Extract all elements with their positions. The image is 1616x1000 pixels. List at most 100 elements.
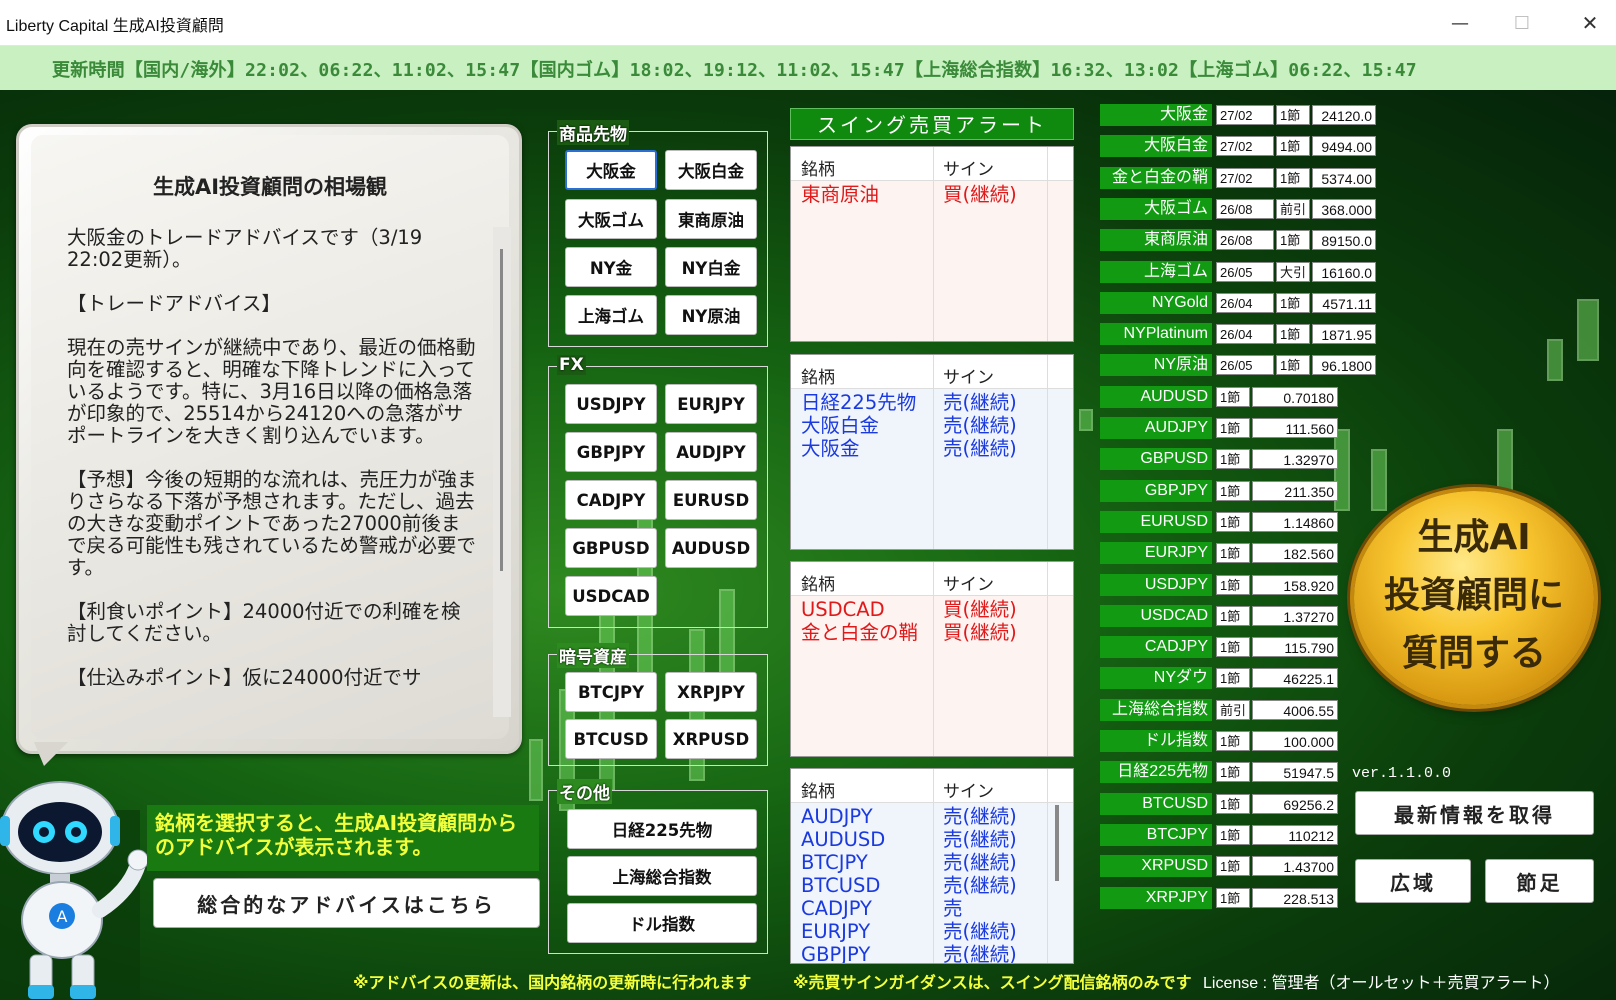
instrument-button-ny-gold[interactable]: NY金	[565, 247, 657, 287]
advice-panel: 生成AI投資顧問の相場観 大阪金のトレードアドバイスです（3/19 22:02更…	[16, 124, 522, 754]
fx-group-title: FX	[557, 355, 586, 375]
price-name: 大阪白金	[1100, 135, 1212, 157]
price-name: EURUSD	[1100, 511, 1212, 533]
instrument-button-eurusd[interactable]: EURUSD	[665, 480, 757, 520]
instrument-button-shanghai-rubber[interactable]: 上海ゴム	[565, 295, 657, 335]
price-value: 1871.95	[1312, 324, 1376, 344]
instrument-button-xrpusd[interactable]: XRPUSD	[665, 719, 757, 759]
price-name: BTCJPY	[1100, 824, 1212, 846]
instrument-button-audusd[interactable]: AUDUSD	[665, 528, 757, 568]
maximize-button[interactable]: ☐	[1496, 0, 1548, 46]
instrument-button-btcusd[interactable]: BTCUSD	[565, 719, 657, 759]
instrument-button-xrpjpy[interactable]: XRPJPY	[665, 672, 757, 712]
swing-row-sign: 売(継続)	[943, 943, 1017, 964]
price-node: 1節	[1216, 762, 1250, 782]
table-row[interactable]: AUDUSD 売(継続)	[791, 828, 1047, 851]
swing-row-name: USDCAD	[801, 598, 885, 621]
price-node: 1節	[1216, 512, 1250, 532]
table-row[interactable]: 大阪白金 売(継続)	[791, 414, 1047, 437]
swing-row-sign: 売(継続)	[943, 874, 1017, 897]
advice-scrollbar[interactable]	[493, 227, 511, 717]
instrument-button-btcjpy[interactable]: BTCJPY	[565, 672, 657, 712]
license-label: License : 管理者（オールセット＋売買アラート）	[1203, 975, 1560, 992]
price-value: 110212	[1252, 825, 1338, 845]
price-row: 東商原油 26/08 1節 89150.0	[1100, 229, 1380, 251]
table-row[interactable]: EURJPY 売(継続)	[791, 920, 1047, 943]
price-row: 上海総合指数 前引 4006.55	[1100, 699, 1380, 721]
swing-table-1: 銘柄 サイン 東商原油 買(継続)	[790, 146, 1074, 342]
swing-alert-header: スイング売買アラート	[790, 108, 1074, 140]
swing-row-name: 金と白金の鞘	[801, 621, 919, 644]
instrument-button-ny-platinum[interactable]: NY白金	[665, 247, 757, 287]
price-value: 0.70180	[1252, 387, 1338, 407]
robot-mascot-icon: A	[0, 781, 149, 999]
table-row[interactable]: CADJPY 売	[791, 897, 1047, 920]
table-row[interactable]: BTCUSD 売(継続)	[791, 874, 1047, 897]
instrument-button-osaka-rubber[interactable]: 大阪ゴム	[565, 199, 657, 239]
instrument-button-osaka-platinum[interactable]: 大阪白金	[665, 150, 757, 190]
instrument-button-gbpusd[interactable]: GBPUSD	[565, 528, 657, 568]
price-value: 115.790	[1252, 637, 1338, 657]
price-row: USDCAD 1節 1.37270	[1100, 605, 1380, 627]
table-row[interactable]: 金と白金の鞘 買(継続)	[791, 621, 1047, 644]
swing-row-sign: 売(継続)	[943, 391, 1017, 414]
swing-col-name: 銘柄	[801, 368, 835, 388]
price-name: 金と白金の鞘	[1100, 167, 1212, 189]
price-name: XRPJPY	[1100, 887, 1212, 909]
price-row: GBPJPY 1節 211.350	[1100, 480, 1380, 502]
swing-row-sign: 売	[943, 897, 963, 920]
instrument-button-usdjpy[interactable]: USDJPY	[565, 384, 657, 424]
table-row[interactable]: 日経225先物 売(継続)	[791, 391, 1047, 414]
instrument-button-nikkei225[interactable]: 日経225先物	[567, 809, 757, 849]
instrument-button-eurjpy[interactable]: EURJPY	[665, 384, 757, 424]
price-value: 1.37270	[1252, 606, 1338, 626]
swing-row-name: AUDUSD	[801, 828, 886, 851]
price-value: 1.43700	[1252, 856, 1338, 876]
get-latest-button[interactable]: 最新情報を取得	[1355, 791, 1594, 835]
instrument-button-shanghai-composite[interactable]: 上海総合指数	[567, 856, 757, 896]
instrument-button-dollar-index[interactable]: ドル指数	[567, 903, 757, 943]
svg-text:A: A	[57, 907, 68, 926]
instrument-button-gbpjpy[interactable]: GBPJPY	[565, 432, 657, 472]
instrument-button-ny-crude[interactable]: NY原油	[665, 295, 757, 335]
price-row: CADJPY 1節 115.790	[1100, 636, 1380, 658]
instrument-button-osaka-gold[interactable]: 大阪金	[565, 150, 657, 190]
price-node: 1節	[1216, 481, 1250, 501]
wide-range-button[interactable]: 広域	[1355, 859, 1471, 903]
table-row[interactable]: AUDJPY 売(継続)	[791, 805, 1047, 828]
price-name: 上海ゴム	[1100, 261, 1212, 283]
node-bar-button[interactable]: 節足	[1485, 859, 1594, 903]
price-row: USDJPY 1節 158.920	[1100, 574, 1380, 596]
table-row[interactable]: USDCAD 買(継続)	[791, 598, 1047, 621]
ask-ai-button[interactable]: 生成AI 投資顧問に 質問する	[1354, 491, 1594, 705]
price-node: 1節	[1216, 856, 1250, 876]
table-row[interactable]: GBPJPY 売(継続)	[791, 943, 1047, 964]
table-row[interactable]: BTCJPY 売(継続)	[791, 851, 1047, 874]
advice-scrollbar-thumb[interactable]	[500, 249, 503, 571]
minimize-button[interactable]: —	[1434, 0, 1486, 46]
table-row[interactable]: 東商原油 買(継続)	[791, 183, 1047, 206]
swing-row-sign: 買(継続)	[943, 183, 1017, 206]
price-node: 1節	[1216, 387, 1250, 407]
price-row: 大阪金 27/02 1節 24120.0	[1100, 104, 1380, 126]
instrument-button-usdcad[interactable]: USDCAD	[565, 576, 657, 616]
price-value: 89150.0	[1312, 230, 1376, 250]
version-label: ver.1.1.0.0	[1352, 765, 1452, 782]
instrument-button-audjpy[interactable]: AUDJPY	[665, 432, 757, 472]
table-row[interactable]: 大阪金 売(継続)	[791, 437, 1047, 460]
instrument-button-tocom-crude[interactable]: 東商原油	[665, 199, 757, 239]
overall-advice-button[interactable]: 総合的なアドバイスはこちら	[153, 878, 540, 928]
advice-text[interactable]: 大阪金のトレードアドバイスです（3/19 22:02更新）。 【トレードアドバイ…	[67, 227, 479, 727]
close-button[interactable]: ✕	[1564, 0, 1616, 46]
swing-table-4-scrollbar[interactable]	[1055, 805, 1059, 881]
crypto-group: 暗号資産 BTCJPY XRPJPY BTCUSD XRPUSD	[548, 643, 768, 766]
price-row: 大阪ゴム 26/08 前引 368.000	[1100, 198, 1380, 220]
price-row: XRPJPY 1節 228.513	[1100, 887, 1380, 909]
price-name: AUDUSD	[1100, 386, 1212, 408]
commodities-group: 商品先物 大阪金 大阪白金 大阪ゴム 東商原油 NY金 NY白金 上海ゴム NY…	[548, 120, 768, 347]
instrument-button-cadjpy[interactable]: CADJPY	[565, 480, 657, 520]
price-row: NYGold 26/04 1節 4571.11	[1100, 292, 1380, 314]
swing-table-header: 銘柄 サイン	[791, 562, 1073, 596]
price-row: EURJPY 1節 182.560	[1100, 542, 1380, 564]
price-node: 1節	[1276, 105, 1310, 125]
